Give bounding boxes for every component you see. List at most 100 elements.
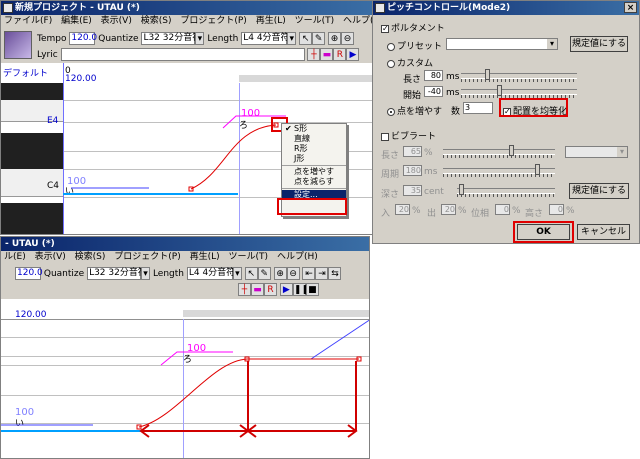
tempo-input[interactable]: 120.0 — [15, 267, 43, 280]
note2-outline — [160, 351, 233, 366]
vib-cycle-input[interactable]: 180 — [403, 165, 422, 176]
vib-type-select[interactable]: ▾ — [565, 146, 628, 158]
cancel-button[interactable]: キャンセル — [577, 224, 630, 240]
add-points-radio[interactable]: 点を増やす — [387, 104, 442, 117]
start-slider[interactable] — [461, 85, 577, 98]
vib-phase-input[interactable]: 0 — [495, 204, 510, 215]
pointer-tool-icon[interactable]: ↖ — [244, 267, 258, 280]
menu-item-linear[interactable]: 直線 — [282, 134, 346, 144]
start-label: 開始 — [403, 91, 422, 101]
checkbox-icon[interactable]: ✓ — [503, 107, 511, 116]
menu-search[interactable]: 検索(S) — [75, 252, 106, 262]
stop-icon[interactable]: ■ — [305, 283, 319, 296]
vib-depth-slider[interactable] — [457, 184, 555, 197]
vib-height-unit: % — [566, 206, 575, 216]
nav-icon[interactable]: ⇆ — [328, 267, 342, 280]
pencil-tool-icon[interactable]: ✎ — [312, 32, 326, 45]
menu-view[interactable]: 表示(V) — [35, 252, 66, 262]
length-select[interactable]: L4 4分音符 — [186, 267, 235, 280]
vib-out-label: 出 — [427, 209, 437, 219]
vib-depth-input[interactable]: 35 — [403, 185, 422, 196]
menu-tools[interactable]: ツール(T) — [295, 16, 335, 26]
lyric-input[interactable] — [60, 48, 305, 61]
pitch-curve — [190, 124, 277, 190]
zoom-in-icon[interactable]: ⊕ — [273, 267, 287, 280]
resample-icon[interactable]: R — [264, 283, 277, 296]
radio-icon[interactable] — [387, 107, 395, 116]
menu-search[interactable]: 検索(S) — [141, 16, 172, 26]
chevron-down-icon[interactable]: ▾ — [287, 32, 297, 45]
resample-icon[interactable]: R — [333, 48, 347, 61]
quantize-select[interactable]: L32 32分音符 — [141, 32, 201, 45]
pause-icon[interactable]: ❚❚ — [292, 283, 309, 296]
vib-phase-label: 位相 — [471, 209, 490, 219]
vib-in-input[interactable]: 20 — [395, 204, 410, 215]
vib-phase-unit: % — [512, 206, 521, 216]
ok-button[interactable]: OK — [517, 224, 570, 240]
dialog-title: ピッチコントロール(Mode2) — [387, 3, 511, 13]
menu-play[interactable]: 再生(L) — [256, 16, 286, 26]
even-spacing-checkbox[interactable]: ✓ 配置を均等化 — [503, 104, 567, 117]
length-input[interactable]: 80 — [424, 70, 443, 81]
vib-height-input[interactable]: 0 — [549, 204, 564, 215]
custom-radio[interactable]: カスタム — [387, 56, 433, 69]
quantize-select[interactable]: L32 32分音符 — [87, 267, 147, 280]
chevron-down-icon[interactable]: ▾ — [141, 267, 151, 280]
note-delete-icon[interactable]: ▬ — [320, 48, 334, 61]
zoom-out-icon[interactable]: ⊖ — [286, 267, 300, 280]
length-select[interactable]: L4 4分音符 — [241, 32, 290, 45]
menu-file[interactable]: ファイル(F) — [4, 16, 52, 26]
menu-item-s-shape[interactable]: ✔ S形 — [282, 124, 346, 134]
vib-length-input[interactable]: 65 — [403, 146, 422, 157]
preset-select[interactable]: ▾ — [446, 38, 558, 50]
note-delete-icon[interactable]: ▬ — [251, 283, 264, 296]
menu-tools[interactable]: ツール(T) — [229, 252, 269, 262]
vib-default-button[interactable]: 規定値にする — [569, 183, 629, 199]
vib-cycle-slider[interactable] — [443, 164, 555, 177]
menu-item-settings[interactable]: 設定... — [282, 190, 346, 200]
play-icon[interactable]: ▶ — [279, 283, 293, 296]
checkbox-icon[interactable] — [381, 132, 389, 141]
vib-in-label: 入 — [381, 209, 391, 219]
play-icon[interactable]: ▶ — [346, 48, 360, 61]
skip-start-icon[interactable]: ⇤ — [302, 267, 316, 280]
pointer-tool-icon[interactable]: ↖ — [299, 32, 313, 45]
checkbox-icon[interactable]: ✓ — [381, 24, 389, 33]
length-slider[interactable] — [461, 69, 577, 82]
count-select[interactable]: 3 — [463, 102, 493, 114]
radio-icon[interactable] — [387, 42, 395, 51]
preset-default-button[interactable]: 規定値にする — [570, 36, 628, 52]
bottom-piano-roll[interactable]: 120.00 100 い 100 ろ — [1, 299, 369, 458]
menu-item-add-point[interactable]: 点を増やす — [282, 167, 346, 177]
close-icon[interactable]: × — [624, 2, 637, 13]
menu-item-j-shape[interactable]: J形 — [282, 154, 346, 166]
menu-edit[interactable]: ル(E) — [4, 252, 26, 262]
avatar[interactable] — [4, 31, 32, 59]
preset-radio[interactable]: プリセット — [387, 39, 442, 52]
chevron-down-icon[interactable]: ▾ — [195, 32, 205, 45]
tempo-input[interactable]: 120.0 — [69, 32, 97, 45]
vib-out-input[interactable]: 20 — [441, 204, 456, 215]
radio-icon[interactable] — [387, 59, 395, 68]
skip-end-icon[interactable]: ⇥ — [315, 267, 329, 280]
portamento-checkbox[interactable]: ✓ ポルタメント — [381, 21, 445, 34]
menu-help[interactable]: ヘルプ(H) — [343, 16, 374, 26]
vib-length-slider[interactable] — [443, 145, 555, 158]
menu-project[interactable]: プロジェクト(P) — [180, 16, 246, 26]
vibrato-checkbox[interactable]: ビブラート — [381, 129, 436, 142]
note-add-icon[interactable]: ┼ — [238, 283, 251, 296]
zoom-out-icon[interactable]: ⊖ — [340, 32, 354, 45]
menu-play[interactable]: 再生(L) — [190, 252, 220, 262]
chevron-down-icon[interactable]: ▾ — [232, 267, 242, 280]
note-add-icon[interactable]: ┼ — [307, 48, 321, 61]
menu-item-remove-point[interactable]: 点を減らす — [282, 177, 346, 189]
start-input[interactable]: -40 — [424, 86, 443, 97]
menu-project[interactable]: プロジェクト(P) — [114, 252, 180, 262]
pencil-tool-icon[interactable]: ✎ — [257, 267, 271, 280]
zoom-in-icon[interactable]: ⊕ — [327, 32, 341, 45]
menu-edit[interactable]: 編集(E) — [61, 16, 92, 26]
top-titlebar: 新規プロジェクト - UTAU (*) — [1, 1, 374, 15]
menu-item-r-shape[interactable]: R形 — [282, 144, 346, 154]
menu-help[interactable]: ヘルプ(H) — [277, 252, 318, 262]
menu-view[interactable]: 表示(V) — [101, 16, 132, 26]
